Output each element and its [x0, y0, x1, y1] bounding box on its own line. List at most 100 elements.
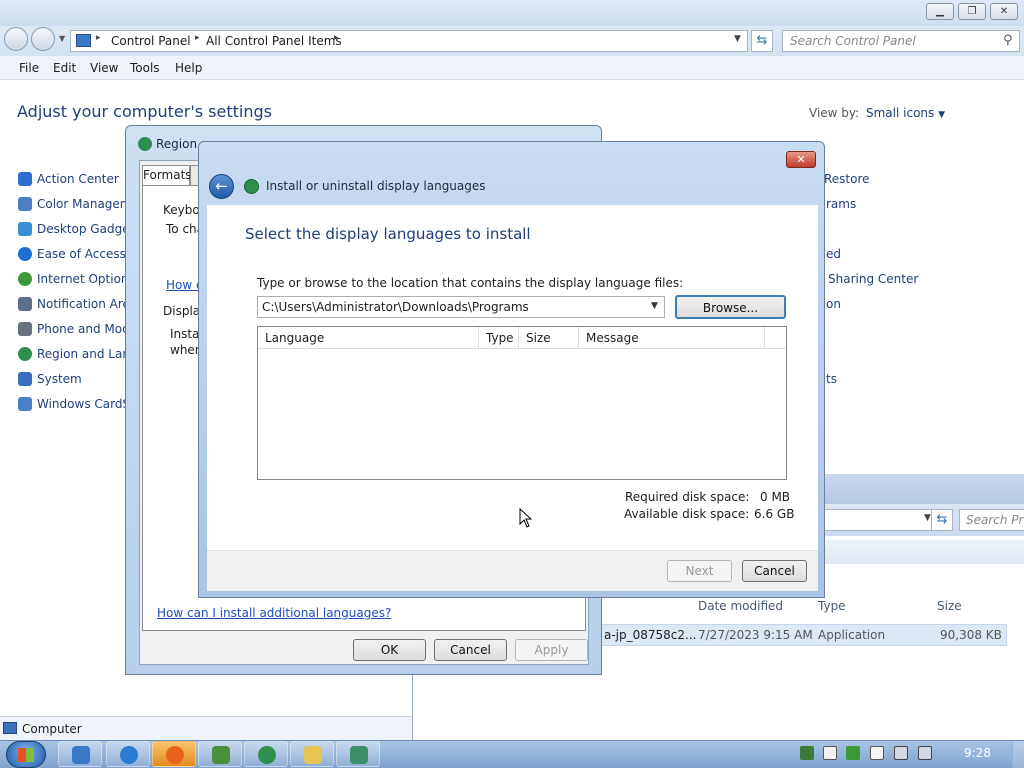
chevron-down-icon: ▼	[938, 110, 946, 120]
column-type[interactable]: Type	[818, 599, 846, 613]
clock[interactable]: 9:28	[964, 746, 991, 760]
system-icon	[18, 372, 32, 386]
cardspace-icon	[18, 397, 32, 411]
list-header: Language Type Size Message	[258, 327, 786, 349]
globe-icon	[258, 746, 276, 764]
start-button[interactable]	[6, 741, 46, 768]
cp-item-notification-area[interactable]: Notification Area	[18, 297, 137, 311]
cp-item-desktop-gadgets[interactable]: Desktop Gadgets	[18, 222, 141, 236]
history-dropdown-icon[interactable]: ▼	[59, 34, 65, 43]
breadcrumb[interactable]: ▸ Control Panel ▸ All Control Panel Item…	[70, 30, 748, 52]
region-cancel-button[interactable]: Cancel	[434, 639, 507, 661]
cp-item-action-center[interactable]: Action Center	[18, 172, 119, 186]
region-icon	[18, 347, 32, 361]
dialog-close-button[interactable]: ✕	[786, 151, 816, 168]
taskbar-explorer[interactable]	[290, 741, 334, 767]
column-date-modified[interactable]: Date modified	[698, 599, 783, 613]
taskbar-app-green[interactable]	[198, 741, 242, 767]
apply-button[interactable]: Apply	[515, 639, 588, 661]
browse-button[interactable]: Browse...	[675, 295, 786, 319]
status-computer-label: Computer	[22, 722, 82, 736]
taskbar-language-wizard[interactable]	[336, 741, 380, 767]
cp-item-ts[interactable]: ts	[826, 372, 837, 386]
control-panel-icon	[76, 34, 91, 47]
breadcrumb-all-items[interactable]: All Control Panel Items	[206, 34, 342, 48]
search-icon[interactable]: ⚲	[1003, 33, 1013, 48]
cp-item-sharing-center[interactable]: Sharing Center	[828, 272, 918, 286]
cp-item-system[interactable]: System	[18, 372, 82, 386]
available-space-label: Available disk space:	[624, 507, 750, 521]
shield-icon[interactable]	[846, 746, 860, 760]
forward-button[interactable]	[31, 27, 55, 51]
cp-item-windows-cardspace[interactable]: Windows CardSp	[18, 397, 138, 411]
show-desktop-button[interactable]	[1012, 741, 1024, 768]
language-icon	[350, 746, 368, 764]
explorer-refresh-button[interactable]: ⇆	[931, 509, 953, 531]
cp-item-ease-of-access[interactable]: Ease of Access C	[18, 247, 138, 261]
column-size[interactable]: Size	[937, 599, 962, 613]
view-by-dropdown[interactable]: Small icons ▼	[866, 106, 945, 120]
column-language[interactable]: Language	[258, 327, 479, 349]
back-arrow-button[interactable]: ←	[209, 174, 234, 199]
language-list[interactable]: Language Type Size Message	[257, 326, 787, 480]
language-globe-icon	[244, 179, 259, 194]
explorer-address-input[interactable]: ▼	[823, 509, 939, 531]
notification-icon	[18, 297, 32, 311]
page-title: Adjust your computer's settings	[17, 102, 272, 121]
close-button[interactable]: ✕	[990, 3, 1018, 20]
network-icon[interactable]	[800, 746, 814, 760]
cp-item-on[interactable]: on	[826, 297, 841, 311]
view-by-label: View by:	[809, 106, 860, 120]
cp-item-region-language[interactable]: Region and Lang	[18, 347, 138, 361]
menu-file[interactable]: File	[19, 61, 39, 75]
volume-muted-icon[interactable]	[918, 746, 932, 760]
column-size[interactable]: Size	[519, 327, 579, 349]
search-input[interactable]: Search Control Panel ⚲	[782, 30, 1020, 52]
taskbar-region-language[interactable]	[244, 741, 288, 767]
cp-item-internet-options[interactable]: Internet Options	[18, 272, 135, 286]
path-combobox[interactable]: C:\Users\Administrator\Downloads\Program…	[257, 296, 665, 318]
document-icon[interactable]	[823, 746, 837, 760]
cp-item-programs[interactable]: rams	[826, 197, 856, 211]
ok-button[interactable]: OK	[353, 639, 426, 661]
install-languages-link[interactable]: How can I install additional languages?	[157, 606, 391, 620]
minimize-button[interactable]: ▁	[926, 3, 954, 20]
column-type[interactable]: Type	[479, 327, 519, 349]
maximize-button[interactable]: ❐	[958, 3, 986, 20]
gadget-icon	[18, 222, 32, 236]
location-prompt: Type or browse to the location that cont…	[257, 276, 684, 290]
menu-tools[interactable]: Tools	[130, 61, 160, 75]
cp-item-ed[interactable]: ed	[826, 247, 841, 261]
search-placeholder: Search Control Panel	[790, 34, 916, 48]
installer-icon	[212, 746, 230, 764]
refresh-button[interactable]: ⇆	[751, 30, 773, 52]
next-button[interactable]: Next	[667, 560, 732, 582]
back-button[interactable]	[4, 27, 28, 51]
display-icon[interactable]	[894, 746, 908, 760]
file-row[interactable]: a-jp_08758c2... 7/27/2023 9:15 AM Applic…	[599, 624, 1007, 646]
taskbar-internet-explorer[interactable]	[106, 741, 150, 767]
mouse-cursor	[519, 508, 533, 528]
computer-icon	[3, 722, 17, 734]
tab-formats[interactable]: Formats	[142, 165, 192, 185]
cancel-button[interactable]: Cancel	[742, 560, 807, 582]
explorer-search-input[interactable]: Search Pro	[959, 509, 1024, 531]
cp-item-phone-modem[interactable]: Phone and Mode	[18, 322, 137, 336]
menu-help[interactable]: Help	[175, 61, 202, 75]
windows-logo-icon	[18, 748, 34, 762]
flag-icon	[18, 172, 32, 186]
column-message[interactable]: Message	[579, 327, 765, 349]
address-dropdown-icon[interactable]: ▼	[734, 34, 741, 44]
file-size: 90,308 KB	[940, 628, 1002, 642]
accessibility-icon	[18, 247, 32, 261]
menu-view[interactable]: View	[90, 61, 118, 75]
file-date: 7/27/2023 9:15 AM	[698, 628, 813, 642]
breadcrumb-control-panel[interactable]: Control Panel	[111, 34, 191, 48]
cp-item-restore[interactable]: Restore	[824, 172, 870, 186]
menu-edit[interactable]: Edit	[53, 61, 76, 75]
control-panel-icon	[72, 746, 90, 764]
taskbar-firefox[interactable]	[152, 741, 196, 767]
chevron-down-icon[interactable]: ▼	[651, 301, 658, 311]
flag-icon[interactable]	[870, 746, 884, 760]
taskbar-control-panel[interactable]	[58, 741, 102, 767]
